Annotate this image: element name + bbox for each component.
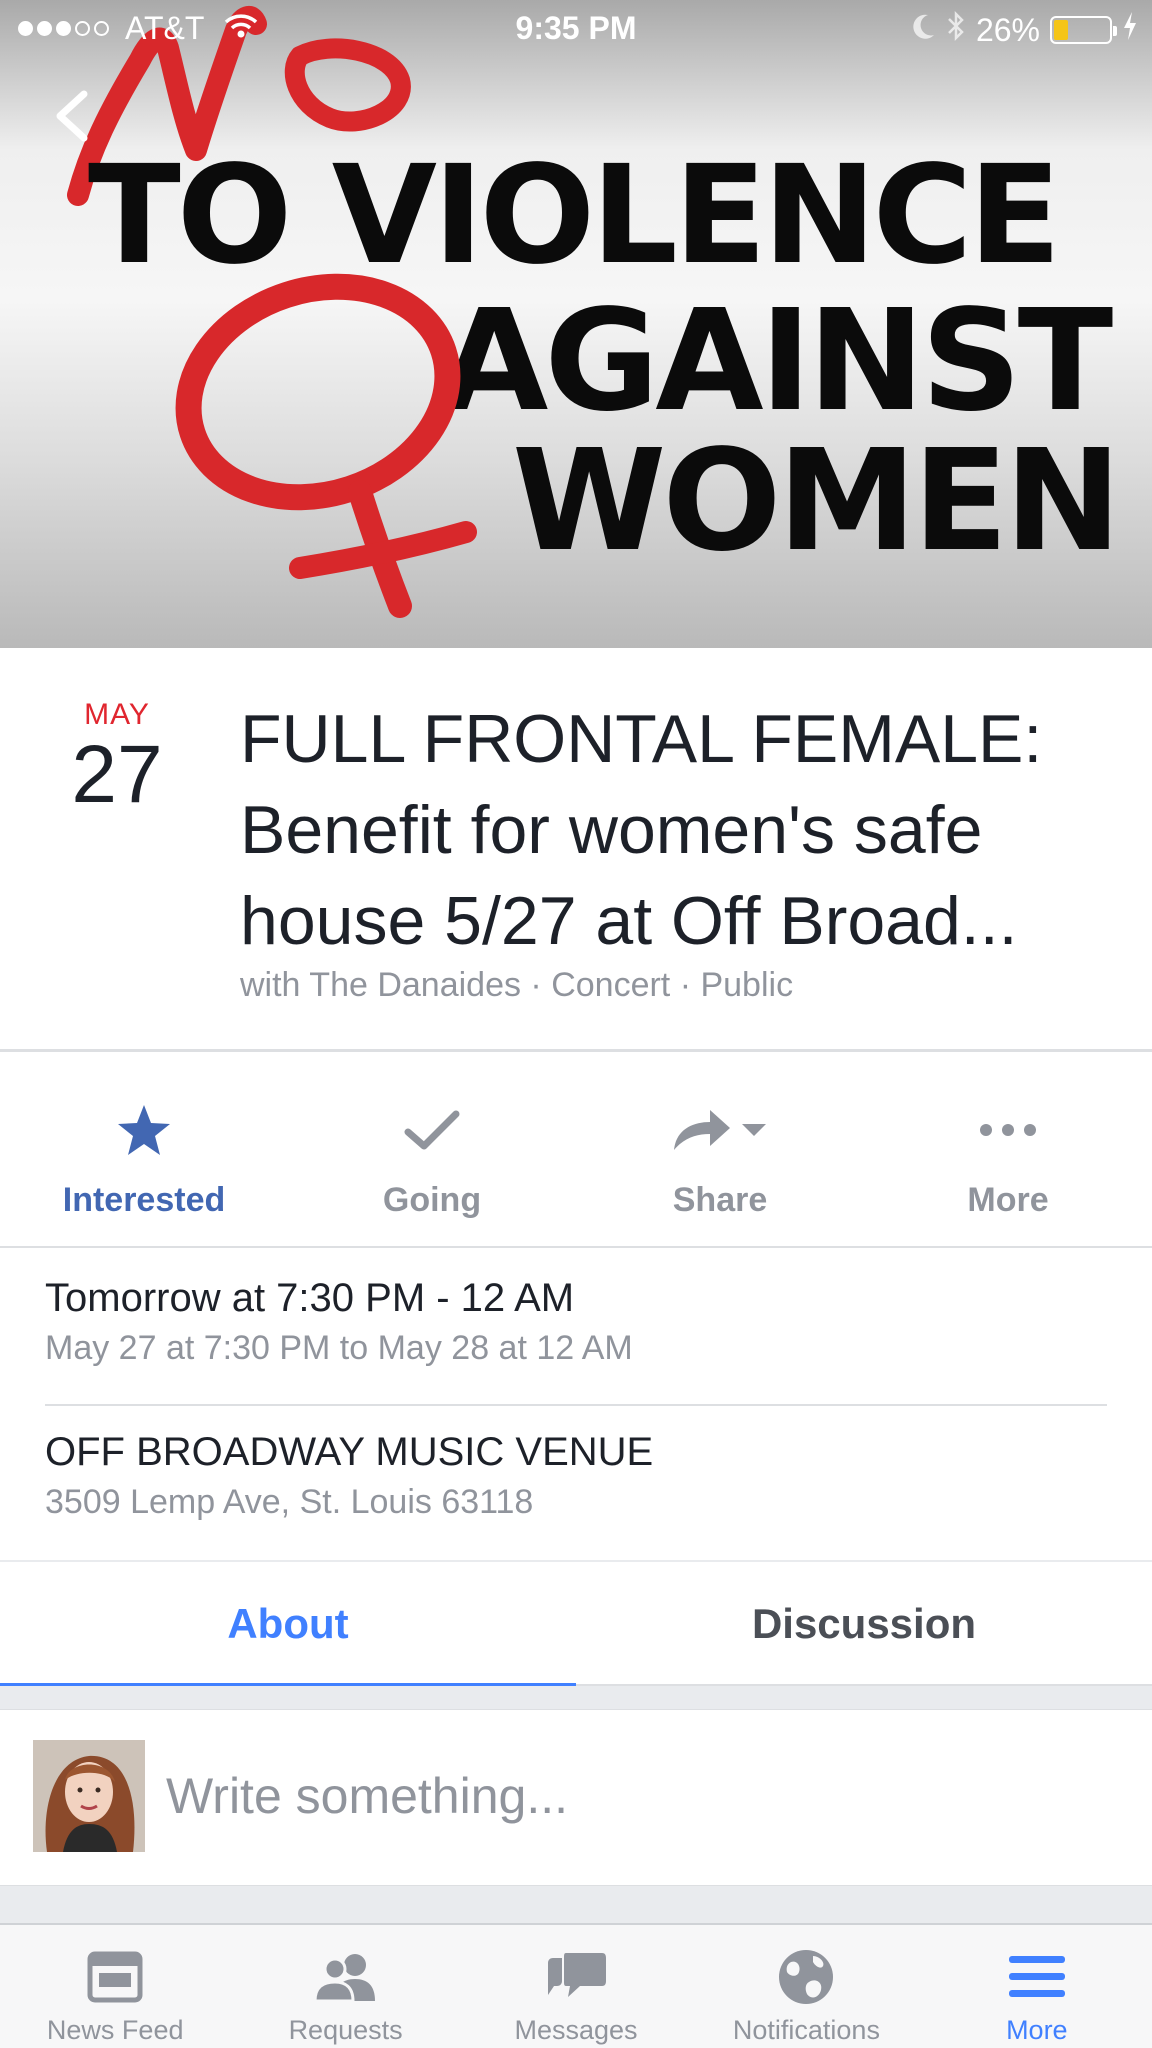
event-cover: AT&T 9:35 PM 26% TO VIOLENCE AGAINST WOM…: [0, 0, 1152, 648]
friend-requests-icon: [313, 1947, 379, 2007]
tab-requests[interactable]: Requests: [230, 1925, 460, 2048]
status-right: 26%: [910, 10, 1138, 50]
bottom-tab-bar: News Feed Requests Messages Notification…: [0, 1924, 1152, 2048]
tab-about[interactable]: About: [0, 1564, 576, 1686]
section-divider: [0, 1686, 1152, 1710]
share-label: Share: [672, 1181, 768, 1219]
section-divider-bottom: [0, 1886, 1152, 1924]
tab-more-label: More: [1006, 2015, 1068, 2045]
more-label: More: [967, 1181, 1049, 1219]
event-time-row[interactable]: Tomorrow at 7:30 PM - 12 AM May 27 at 7:…: [45, 1276, 1107, 1406]
venue-address: 3509 Lemp Ave, St. Louis 63118: [45, 1483, 534, 1521]
event-month: MAY: [84, 698, 150, 731]
avatar[interactable]: [33, 1740, 145, 1852]
messages-icon: [544, 1947, 608, 2007]
hamburger-menu-icon: [1008, 1947, 1066, 2007]
share-arrow-icon: [670, 1095, 770, 1165]
event-header: MAY 27 FULL FRONTAL FEMALE: Benefit for …: [0, 648, 1152, 1052]
interested-button[interactable]: Interested: [0, 1055, 288, 1246]
event-title: FULL FRONTAL FEMALE: Benefit for women's…: [240, 701, 1043, 959]
tab-more[interactable]: More: [922, 1925, 1152, 2048]
battery-fill: [1054, 20, 1069, 40]
event-time-sub: May 27 at 7:30 PM to May 28 at 12 AM: [45, 1329, 633, 1367]
write-something-input[interactable]: [166, 1756, 1116, 1836]
event-time-main: Tomorrow at 7:30 PM - 12 AM: [45, 1276, 575, 1320]
battery-icon: [1050, 16, 1117, 44]
more-button[interactable]: More: [864, 1055, 1152, 1246]
post-composer: [0, 1710, 1152, 1886]
share-button[interactable]: Share: [576, 1055, 864, 1246]
tab-discussion[interactable]: Discussion: [576, 1564, 1152, 1684]
tab-news-feed[interactable]: News Feed: [0, 1925, 230, 2048]
bluetooth-icon: [946, 10, 966, 50]
event-subtitle[interactable]: with The Danaides · Concert · Public: [240, 966, 793, 1005]
checkmark-icon: [404, 1095, 460, 1165]
event-action-bar: Interested Going Share More: [0, 1055, 1152, 1248]
interested-label: Interested: [62, 1181, 226, 1219]
tab-notifications-label: Notifications: [732, 2015, 880, 2045]
more-dots-icon: [978, 1095, 1038, 1165]
back-chevron-icon[interactable]: [50, 88, 94, 144]
going-button[interactable]: Going: [288, 1055, 576, 1246]
going-label: Going: [382, 1181, 482, 1219]
event-location-row[interactable]: OFF BROADWAY MUSIC VENUE 3509 Lemp Ave, …: [45, 1430, 1107, 1522]
tab-messages-label: Messages: [514, 2015, 638, 2045]
event-details: Tomorrow at 7:30 PM - 12 AM May 27 at 7:…: [0, 1250, 1152, 1562]
female-symbol-icon: [175, 273, 477, 618]
event-tabs: About Discussion: [0, 1564, 1152, 1686]
moon-icon: [910, 12, 936, 49]
cover-image: TO VIOLENCE AGAINST WOMEN: [0, 0, 1152, 648]
news-feed-icon: [87, 1947, 143, 2007]
venue-name: OFF BROADWAY MUSIC VENUE: [45, 1430, 654, 1474]
globe-icon: [777, 1947, 835, 2007]
event-date: MAY 27: [52, 698, 182, 822]
battery-percent: 26%: [975, 11, 1040, 48]
tab-news-feed-label: News Feed: [46, 2015, 184, 2045]
tab-requests-label: Requests: [288, 2015, 403, 2045]
tab-messages[interactable]: Messages: [461, 1925, 691, 2048]
tab-notifications[interactable]: Notifications: [691, 1925, 921, 2048]
status-bar: AT&T 9:35 PM 26%: [0, 0, 1152, 58]
charging-bolt-icon: [1122, 11, 1138, 49]
star-icon: [116, 1095, 172, 1165]
event-day: 27: [71, 729, 163, 820]
